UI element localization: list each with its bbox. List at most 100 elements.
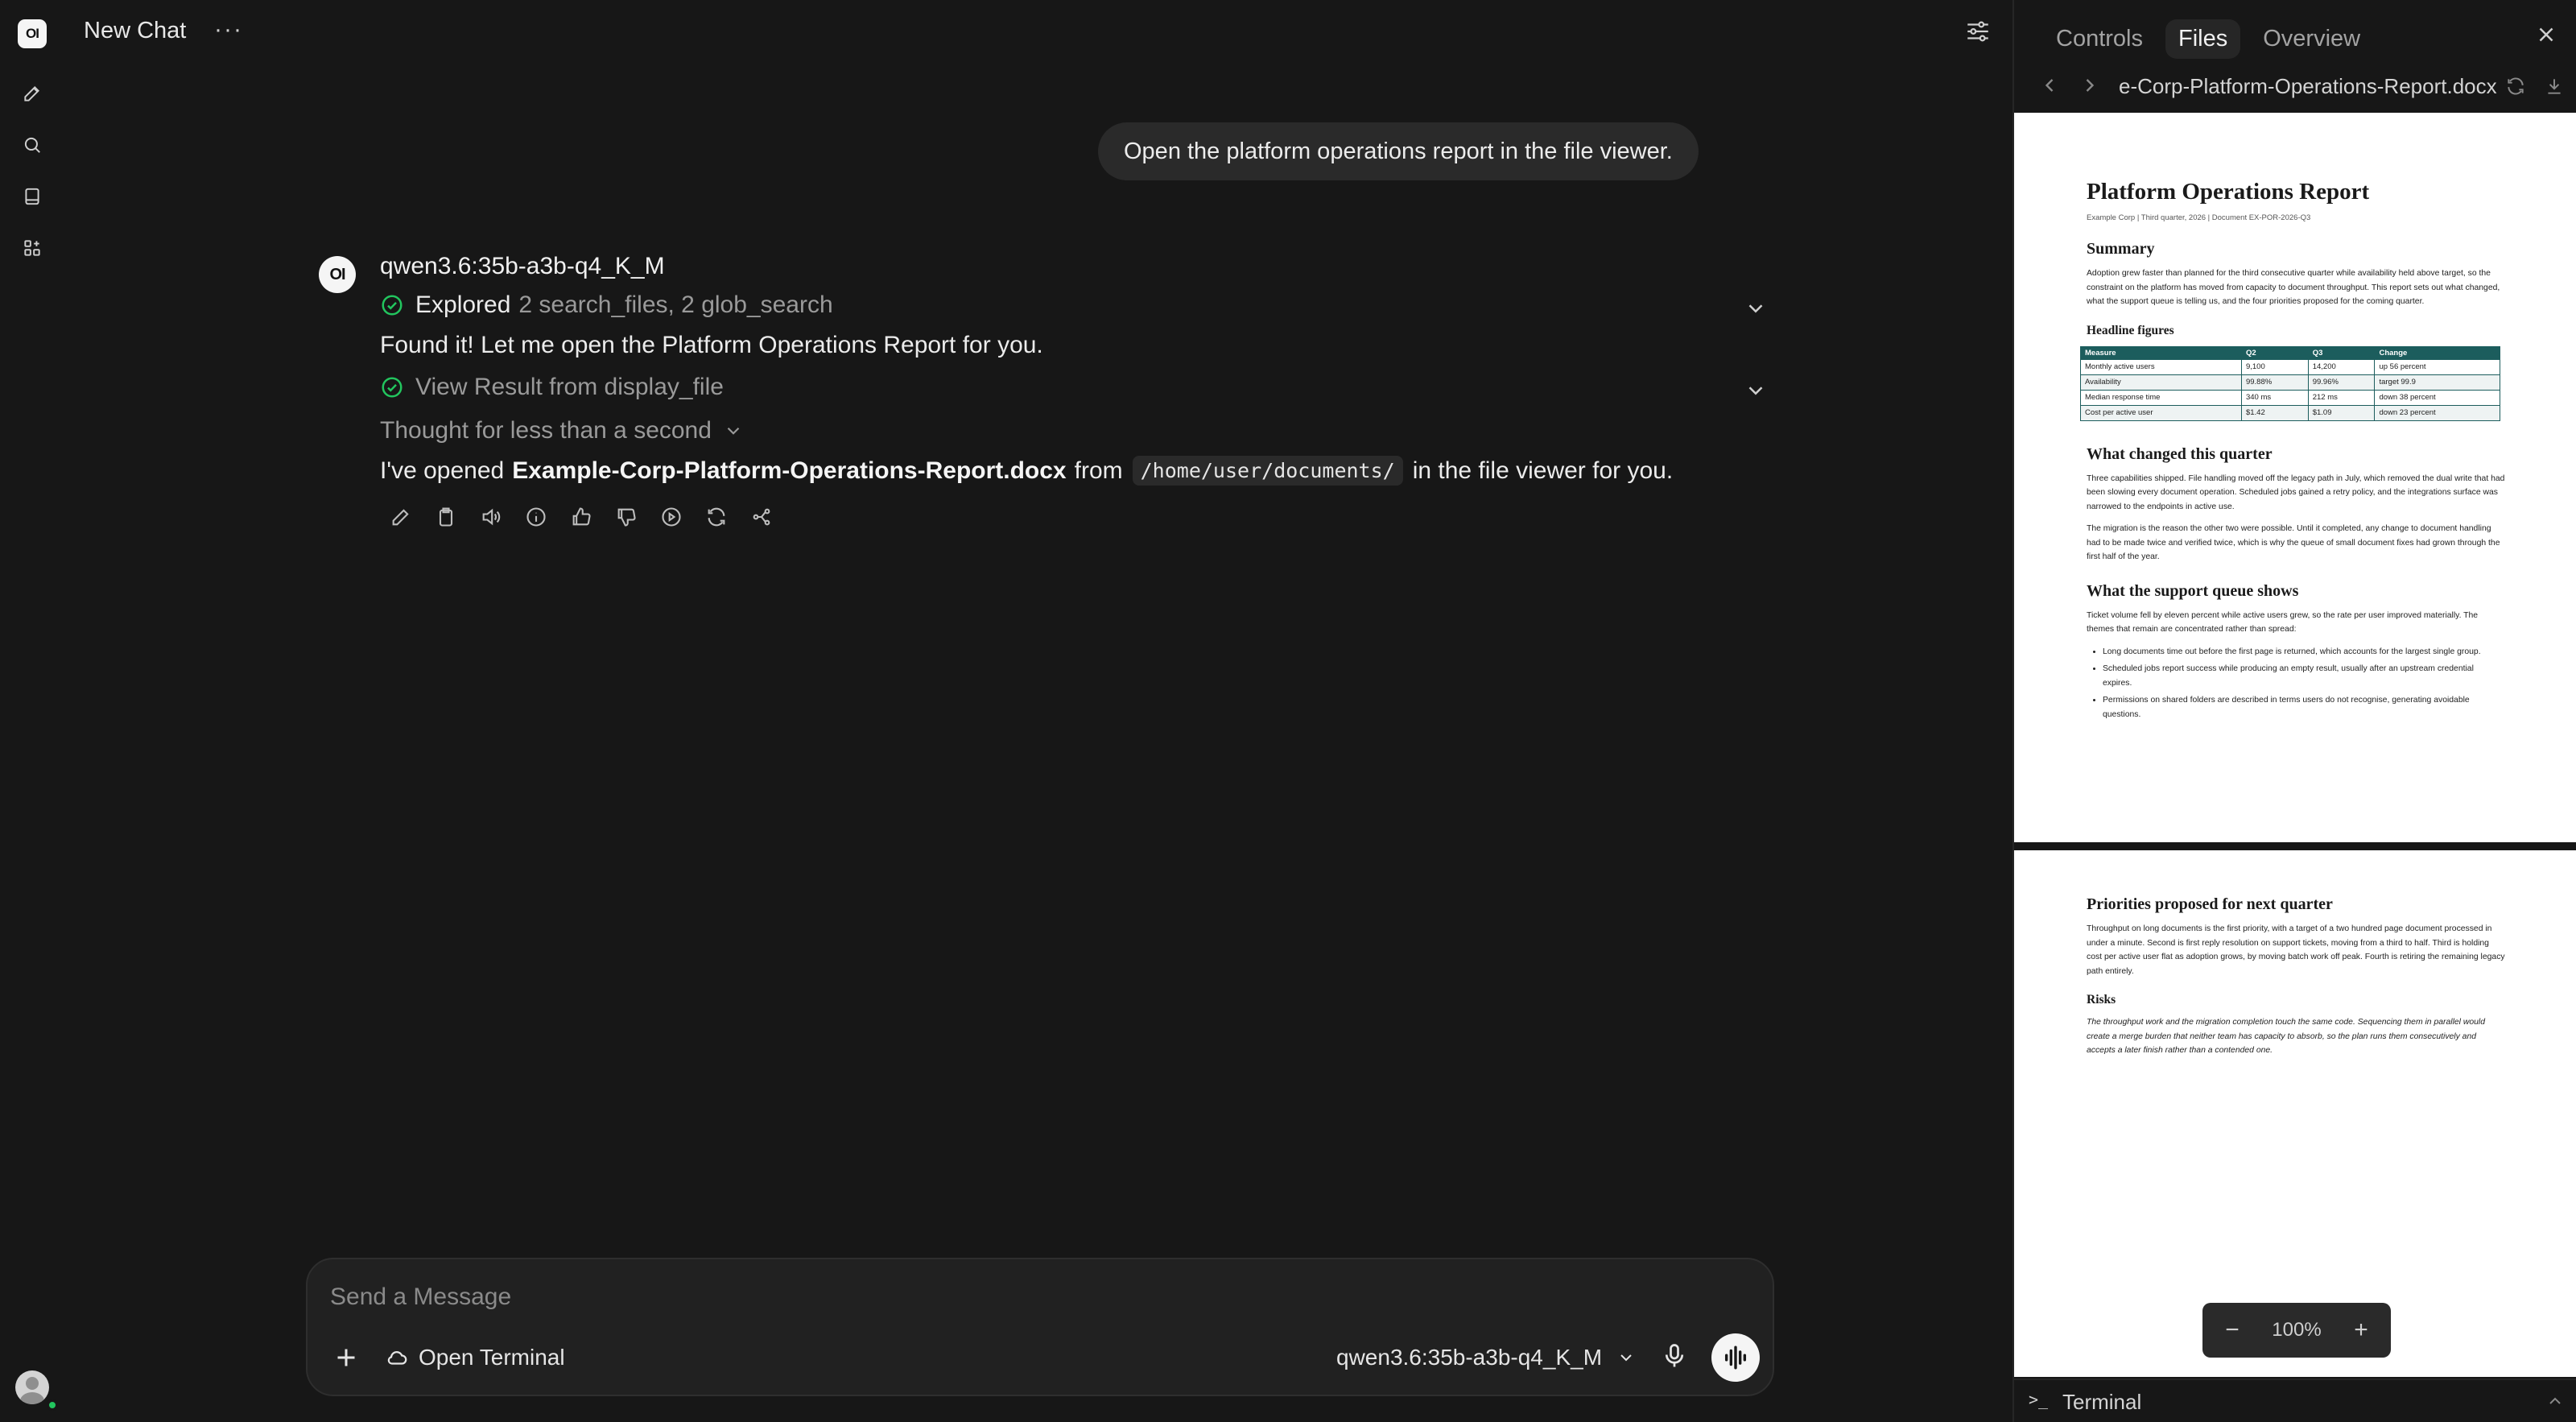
table-cell: 9,100 bbox=[2240, 358, 2309, 375]
table-cell: 212 ms bbox=[2307, 389, 2376, 406]
open-terminal-label: Open Terminal bbox=[419, 1345, 565, 1370]
app-logo[interactable]: OI bbox=[18, 19, 47, 48]
table-row: Median response time 340 ms 212 ms down … bbox=[2080, 389, 2500, 406]
chevron-down-icon[interactable] bbox=[1744, 296, 1768, 320]
voice-mode-button[interactable] bbox=[1711, 1333, 1760, 1382]
summary-text: Adoption grew faster than planned for th… bbox=[2087, 269, 2500, 306]
forward-icon[interactable] bbox=[2079, 74, 2101, 97]
assistant-avatar: OI bbox=[319, 256, 356, 293]
tab-overview[interactable]: Overview bbox=[2250, 19, 2373, 59]
document-page-2: Priorities proposed for next quarter Thr… bbox=[2014, 850, 2576, 1377]
more-options-icon[interactable]: ··· bbox=[214, 16, 243, 43]
table-cell: down 23 percent bbox=[2374, 404, 2500, 421]
final-message: I've opened Example-Corp-Platform-Operat… bbox=[380, 456, 1673, 486]
regenerate-icon[interactable] bbox=[702, 502, 731, 531]
table-cell: Monthly active users bbox=[2080, 358, 2242, 375]
found-message: Found it! Let me open the Platform Opera… bbox=[380, 332, 1043, 358]
zoom-out-button[interactable]: − bbox=[2220, 1317, 2244, 1344]
final-path: /home/user/documents/ bbox=[1132, 456, 1403, 486]
side-panel: Controls Files Overview e-Corp-Platform-… bbox=[2013, 0, 2576, 1422]
risks-text: The throughput work and the migration co… bbox=[2087, 1018, 2486, 1055]
chat-title[interactable]: New Chat bbox=[84, 18, 186, 44]
table-header: Measure bbox=[2080, 345, 2242, 360]
table-cell: 99.96% bbox=[2307, 374, 2376, 391]
list-item: Permissions on shared folders are descri… bbox=[2103, 693, 2505, 721]
table-header: Q3 bbox=[2307, 345, 2376, 360]
message-input[interactable]: Send a Message bbox=[330, 1284, 511, 1311]
document-viewer[interactable]: Platform Operations Report Example Corp … bbox=[2014, 113, 2576, 1377]
chat-controls-icon[interactable] bbox=[1964, 18, 1993, 47]
new-chat-icon[interactable] bbox=[18, 79, 47, 108]
final-suffix: in the file viewer for you. bbox=[1412, 457, 1674, 484]
changed-paragraph-1: Three capabilities shipped. File handlin… bbox=[2087, 473, 2505, 511]
plus-icon[interactable] bbox=[332, 1343, 361, 1372]
thumbs-down-icon[interactable] bbox=[612, 502, 641, 531]
document-page-1: Platform Operations Report Example Corp … bbox=[2014, 113, 2576, 842]
left-rail: OI bbox=[0, 0, 64, 1422]
list-item: Long documents time out before the first… bbox=[2103, 645, 2505, 659]
notes-icon[interactable] bbox=[18, 182, 47, 211]
table-cell: $1.42 bbox=[2240, 404, 2309, 421]
document-title: Platform Operations Report bbox=[2087, 179, 2370, 205]
cloud-icon bbox=[387, 1351, 407, 1365]
support-text: Ticket volume fell by eleven percent whi… bbox=[2087, 610, 2479, 635]
page-divider bbox=[2014, 842, 2576, 850]
terminal-label: Terminal bbox=[2062, 1390, 2142, 1414]
table-cell: down 38 percent bbox=[2374, 389, 2500, 406]
chevron-down-icon[interactable] bbox=[1744, 378, 1768, 403]
download-icon[interactable] bbox=[2544, 76, 2565, 97]
table-cell: 14,200 bbox=[2307, 358, 2376, 375]
terminal-prompt-icon: >_ bbox=[2029, 1390, 2049, 1409]
model-selector-label: qwen3.6:35b-a3b-q4_K_M bbox=[1336, 1345, 1603, 1370]
view-result-status[interactable]: View Result from display_file bbox=[380, 374, 724, 401]
search-icon[interactable] bbox=[18, 130, 47, 159]
terminal-bar[interactable]: >_ Terminal bbox=[2014, 1379, 2576, 1422]
thumbs-up-icon[interactable] bbox=[567, 502, 596, 531]
table-header: Change bbox=[2374, 345, 2500, 360]
microphone-icon[interactable] bbox=[1660, 1341, 1689, 1370]
message-actions bbox=[386, 502, 776, 531]
table-row: Cost per active user $1.42 $1.09 down 23… bbox=[2080, 404, 2500, 421]
refresh-icon[interactable] bbox=[2505, 76, 2526, 97]
workspace-grid-icon[interactable] bbox=[18, 234, 47, 262]
thought-label: Thought for less than a second bbox=[380, 417, 712, 444]
table-row: Availability 99.88% 99.96% target 99.9 bbox=[2080, 374, 2500, 391]
support-heading: What the support queue shows bbox=[2087, 581, 2299, 600]
final-prefix: I've opened bbox=[380, 457, 505, 484]
panel-tabs: Controls Files Overview bbox=[2043, 19, 2373, 59]
model-selector[interactable]: qwen3.6:35b-a3b-q4_K_M bbox=[1336, 1345, 1636, 1370]
headline-heading: Headline figures bbox=[2087, 323, 2174, 337]
final-filename: Example-Corp-Platform-Operations-Report.… bbox=[512, 457, 1067, 484]
back-icon[interactable] bbox=[2038, 74, 2061, 97]
changed-heading: What changed this quarter bbox=[2087, 444, 2273, 463]
summary-heading: Summary bbox=[2087, 240, 2155, 258]
continue-icon[interactable] bbox=[657, 502, 686, 531]
branch-icon[interactable] bbox=[747, 502, 776, 531]
edit-icon[interactable] bbox=[386, 502, 415, 531]
close-icon[interactable] bbox=[2534, 23, 2560, 48]
thought-toggle[interactable]: Thought for less than a second bbox=[380, 417, 744, 444]
table-cell: target 99.9 bbox=[2374, 374, 2500, 391]
explored-detail: 2 search_files, 2 glob_search bbox=[518, 291, 833, 318]
document-meta: Example Corp | Third quarter, 2026 | Doc… bbox=[2087, 213, 2311, 222]
list-item: Scheduled jobs report success while prod… bbox=[2103, 662, 2505, 690]
explored-status[interactable]: Explored 2 search_files, 2 glob_search bbox=[380, 291, 833, 319]
priorities-heading: Priorities proposed for next quarter bbox=[2087, 895, 2333, 913]
table-cell: Availability bbox=[2080, 374, 2242, 391]
copy-icon[interactable] bbox=[431, 502, 460, 531]
table-cell: up 56 percent bbox=[2374, 358, 2500, 375]
table-cell: 99.88% bbox=[2240, 374, 2309, 391]
speaker-icon[interactable] bbox=[477, 502, 506, 531]
user-avatar[interactable] bbox=[15, 1370, 49, 1404]
tab-files[interactable]: Files bbox=[2165, 19, 2241, 59]
table-cell: Median response time bbox=[2080, 389, 2242, 406]
zoom-in-button[interactable]: + bbox=[2349, 1317, 2373, 1344]
zoom-control: − 100% + bbox=[2202, 1303, 2391, 1358]
open-terminal-button[interactable]: Open Terminal bbox=[385, 1345, 565, 1370]
chevron-up-icon[interactable] bbox=[2545, 1391, 2565, 1411]
table-cell: 340 ms bbox=[2240, 389, 2309, 406]
message-composer: Send a Message Open Terminal qwen3.6:35b… bbox=[306, 1258, 1774, 1396]
info-icon[interactable] bbox=[522, 502, 551, 531]
check-circle-icon bbox=[382, 295, 402, 316]
tab-controls[interactable]: Controls bbox=[2043, 19, 2156, 59]
